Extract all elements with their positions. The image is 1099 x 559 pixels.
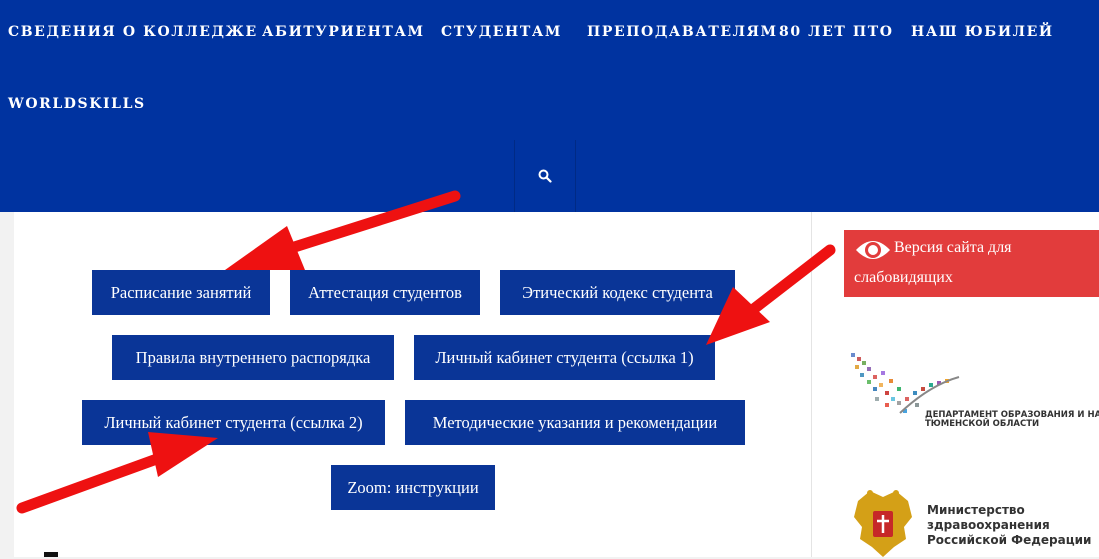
methodical-guides-button[interactable]: Методические указания и рекомендации xyxy=(405,400,745,445)
nav-item-about-college[interactable]: СВЕДЕНИЯ О КОЛЛЕДЖЕ xyxy=(8,24,258,40)
health-ministry-logo[interactable]: Министерство здравоохранения Российской … xyxy=(850,485,1099,557)
education-department-name-line2: ТЮМЕНСКОЙ ОБЛАСТИ xyxy=(925,419,1040,429)
student-cabinet-link2-button[interactable]: Личный кабинет студента (ссылка 2) xyxy=(82,400,385,445)
visually-impaired-label-line1: Версия сайта для xyxy=(894,239,1012,256)
ethics-code-button[interactable]: Этический кодекс студента xyxy=(500,270,735,315)
search-button[interactable] xyxy=(514,140,576,212)
visually-impaired-label-line2: слабовидящих xyxy=(854,269,953,286)
nav-item-worldskills[interactable]: WORLDSKILLS xyxy=(8,96,146,112)
eye-icon xyxy=(856,241,890,259)
header-nav-bar: СВЕДЕНИЯ О КОЛЛЕДЖЕ АБИТУРИЕНТАМ СТУДЕНТ… xyxy=(0,0,1099,212)
double-headed-eagle-icon xyxy=(854,490,912,557)
health-ministry-name-line3: Российской Федерации xyxy=(927,533,1092,547)
nav-item-applicants[interactable]: АБИТУРИЕНТАМ xyxy=(262,24,425,40)
internal-rules-button[interactable]: Правила внутреннего распорядка xyxy=(112,335,394,380)
bullet-icon xyxy=(44,552,58,557)
cut-off-text-row xyxy=(40,548,760,557)
health-ministry-name-line2: здравоохранения xyxy=(927,518,1050,532)
visually-impaired-version-button[interactable]: Версия сайта для слабовидящих xyxy=(844,230,1099,297)
nav-item-80-years[interactable]: 80 ЛЕТ ПТО xyxy=(779,24,894,40)
schedule-button[interactable]: Расписание занятий xyxy=(92,270,270,315)
nav-item-teachers[interactable]: ПРЕПОДАВАТЕЛЯМ xyxy=(587,24,778,40)
education-department-logo[interactable]: ДЕПАРТАМЕНТ ОБРАЗОВАНИЯ И НАУКИ ТЮМЕНСКО… xyxy=(840,345,1099,435)
health-ministry-name-line1: Министерство xyxy=(927,503,1025,517)
attestation-button[interactable]: Аттестация студентов xyxy=(290,270,480,315)
nav-item-students[interactable]: СТУДЕНТАМ xyxy=(441,24,562,40)
student-cabinet-link1-button[interactable]: Личный кабинет студента (ссылка 1) xyxy=(414,335,715,380)
zoom-instructions-button[interactable]: Zoom: инструкции xyxy=(331,465,495,510)
nav-item-anniversary[interactable]: НАШ ЮБИЛЕЙ xyxy=(911,24,1054,40)
search-icon xyxy=(538,169,552,183)
